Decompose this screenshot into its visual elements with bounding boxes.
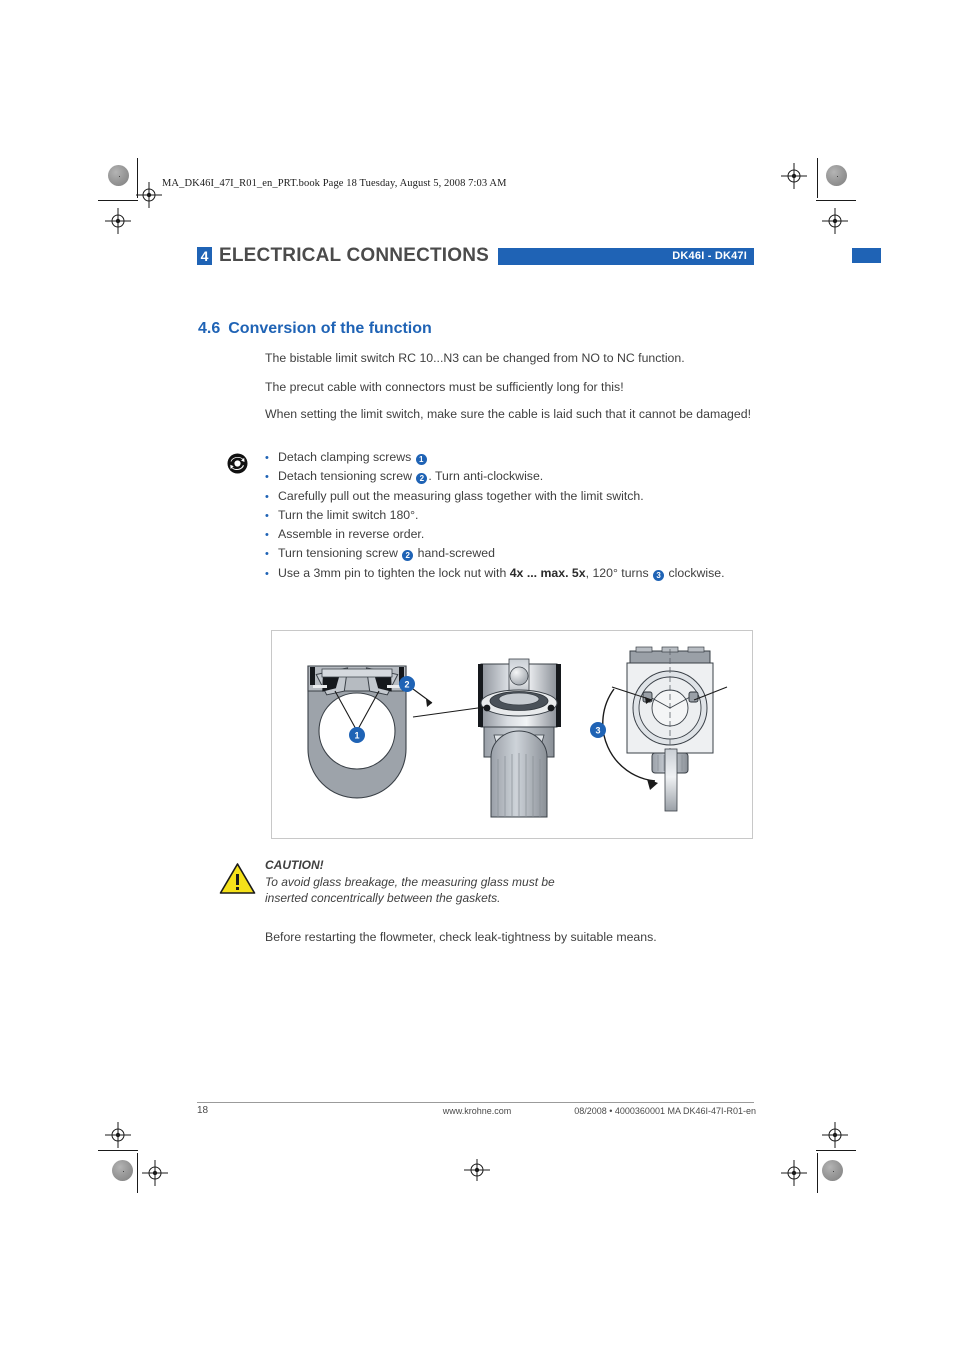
figure-panel-lock-nut-rotation: 3 (590, 646, 728, 812)
svg-text:3: 3 (595, 726, 600, 736)
trim-line-horizontal (98, 200, 138, 201)
footer-divider (197, 1102, 754, 1103)
print-header-text: MA_DK46I_47I_R01_en_PRT.book Page 18 Tue… (162, 178, 507, 189)
step-text-5: Assemble in reverse order. (278, 527, 425, 542)
chapter-header: 4 ELECTRICAL CONNECTIONS DK46I - DK47I (197, 245, 754, 267)
svg-text:1: 1 (354, 731, 359, 741)
registration-target-center (456, 1157, 498, 1183)
bullet-glyph: • (265, 471, 269, 484)
footer-website: www.krohne.com (442, 1106, 512, 1116)
color-patch-circle (822, 1160, 843, 1181)
conversion-procedure-figure: 1 2 3 (271, 630, 753, 839)
registration-target (105, 208, 131, 234)
color-patch-circle (108, 165, 129, 186)
step-text-1: Detach clamping screws 1 (278, 451, 428, 465)
step-text-4: Turn the limit switch 180°. (278, 507, 419, 522)
figure-panel-tensioning-screw: 2 (399, 658, 561, 818)
color-patch-circle (112, 1160, 133, 1181)
list-item: • Use a 3mm pin to tighten the lock nut … (265, 567, 725, 586)
list-item: • Assemble in reverse order. (265, 528, 725, 547)
bullet-glyph: • (265, 567, 269, 580)
footer-document-code: 08/2008 • 4000360001 MA DK46I-47I-R01-en (574, 1106, 756, 1116)
color-patch-circle (826, 165, 847, 186)
list-item: • Turn tensioning screw 2 hand-screwed (265, 547, 725, 566)
intro-paragraph-1: The bistable limit switch RC 10...N3 can… (265, 351, 685, 365)
registration-target (781, 163, 807, 189)
registration-target (822, 208, 848, 234)
callout-badge: 1 (415, 454, 427, 465)
section-heading: 4.6 Conversion of the function (198, 320, 432, 338)
trim-line-horizontal (98, 1150, 138, 1151)
step-text-2: Detach tensioning screw 2. Turn anti-clo… (278, 469, 544, 485)
list-item: • Detach clamping screws 1 (265, 451, 725, 470)
registration-target (822, 1122, 848, 1148)
bullet-glyph: • (265, 548, 269, 561)
torque-spec: 4x ... max. 5x (509, 565, 586, 580)
section-number: 4.6 (198, 320, 221, 337)
callout-badge: 3 (653, 569, 665, 581)
list-item: • Carefully pull out the measuring glass… (265, 488, 725, 509)
hand-action-icon (227, 453, 248, 474)
bullet-glyph: • (265, 529, 269, 542)
page-edge-tab (852, 248, 881, 263)
intro-paragraph-3: When setting the limit switch, make sure… (265, 407, 751, 421)
list-item: • Detach tensioning screw 2. Turn anti-c… (265, 470, 725, 489)
step-text-7: Use a 3mm pin to tighten the lock nut wi… (278, 565, 725, 581)
intro-paragraph-2: The precut cable with connectors must be… (265, 380, 624, 394)
product-range-label: DK46I - DK47I (672, 250, 747, 262)
chapter-title: ELECTRICAL CONNECTIONS (219, 245, 490, 266)
trim-line-vertical (817, 1153, 818, 1193)
caution-line-1: To avoid glass breakage, the measuring g… (265, 874, 555, 889)
trim-line-horizontal (816, 1150, 856, 1151)
list-item: • Turn the limit switch 180°. (265, 509, 725, 528)
registration-target (781, 1160, 807, 1186)
trim-line-vertical (817, 158, 818, 198)
figure-panel-clamping-screws: 1 (307, 665, 407, 799)
step-text-3: Carefully pull out the measuring glass t… (278, 488, 644, 503)
svg-text:2: 2 (404, 680, 409, 690)
caution-title: CAUTION! (265, 858, 324, 872)
callout-badge: 2 (416, 473, 428, 485)
bullet-glyph: • (265, 490, 269, 503)
warning-triangle-icon (219, 862, 256, 895)
bullet-glyph: • (265, 509, 269, 522)
section-title: Conversion of the function (228, 320, 432, 337)
trim-line-horizontal (816, 200, 856, 201)
chapter-product-bar: DK46I - DK47I (498, 247, 754, 265)
caution-line-2: inserted concentrically between the gask… (265, 891, 501, 905)
registration-target (105, 1122, 131, 1148)
chapter-number: 4 (197, 247, 212, 265)
registration-target (142, 1160, 168, 1186)
closing-paragraph: Before restarting the flowmeter, check l… (265, 930, 657, 944)
registration-target (136, 182, 162, 208)
instruction-steps-list: • Detach clamping screws 1 • Detach tens… (265, 451, 725, 586)
caution-note: CAUTION! To avoid glass breakage, the me… (265, 857, 555, 907)
bullet-glyph: • (265, 452, 269, 464)
step-text-6: Turn tensioning screw 2 hand-screwed (278, 546, 495, 562)
callout-badge: 2 (402, 550, 414, 562)
trim-line-vertical (137, 1153, 138, 1193)
